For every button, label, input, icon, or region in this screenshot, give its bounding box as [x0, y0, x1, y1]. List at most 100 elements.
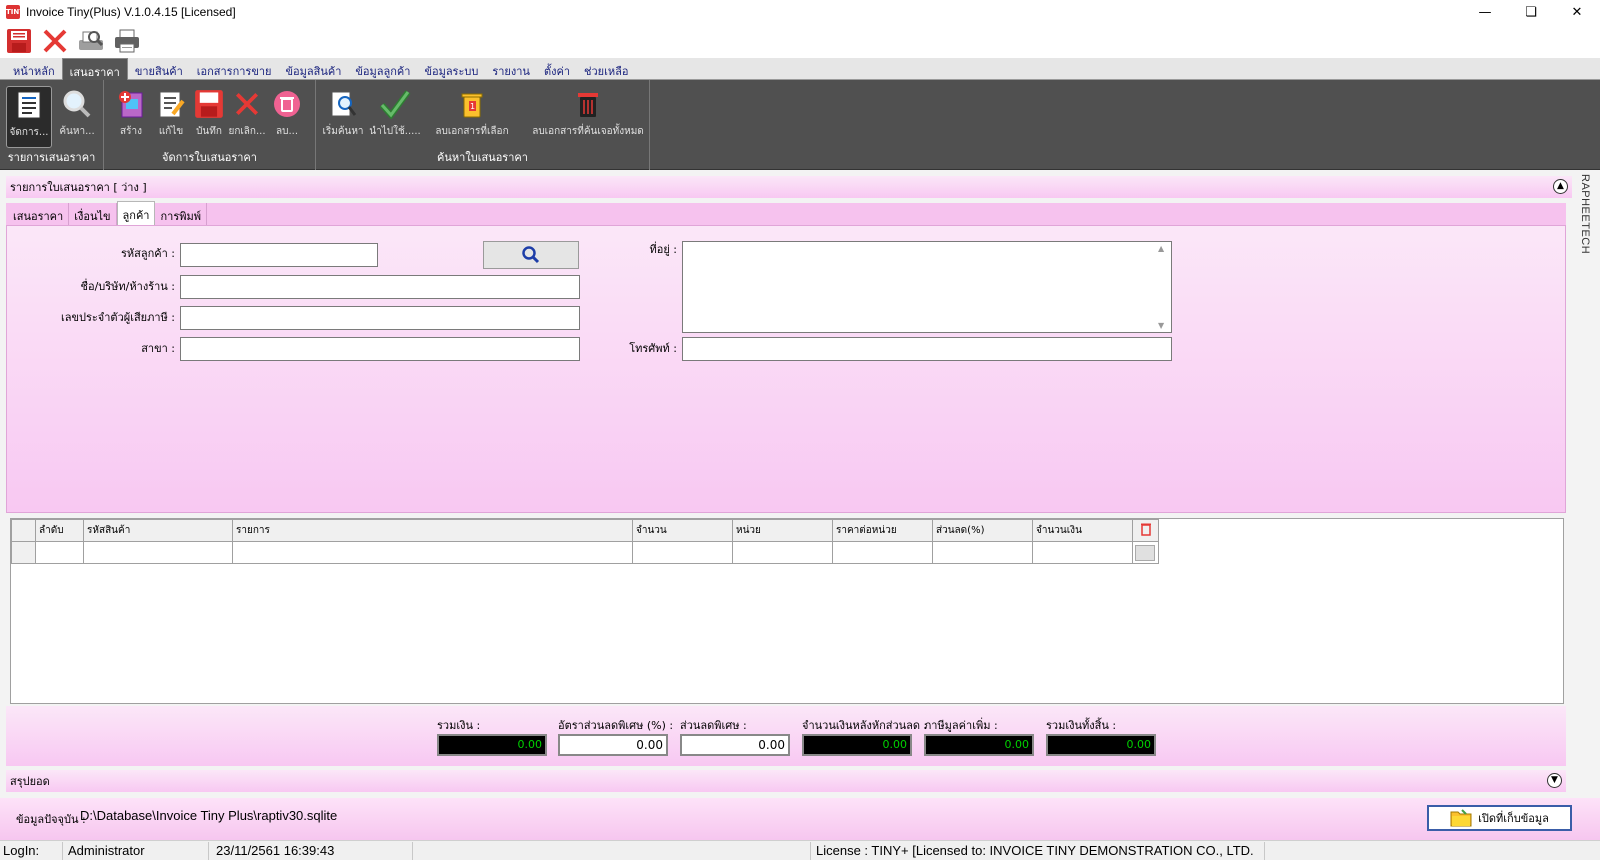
delete-selected-label: ลบเอกสารที่เลือก	[435, 126, 509, 137]
apply-button[interactable]: นำไปใช้.....	[369, 86, 421, 148]
delete-all-found-button[interactable]: ลบเอกสารที่ค้นเจอทั้งหมด	[532, 86, 644, 148]
column-header[interactable]: ราคาต่อหน่วย	[832, 519, 933, 542]
column-header[interactable]: ส่วนลด(%)	[932, 519, 1033, 542]
table-cell[interactable]	[232, 541, 633, 564]
current-user: Administrator	[68, 843, 145, 858]
special-discount-rate-input[interactable]: 0.00	[558, 734, 668, 756]
close-icon[interactable]: ✕	[1554, 0, 1600, 24]
trash-circle-icon	[274, 91, 300, 117]
column-header[interactable]: จำนวน	[632, 519, 733, 542]
save-button[interactable]	[4, 26, 34, 56]
create-document-icon	[119, 91, 143, 118]
table-cell[interactable]	[732, 541, 833, 564]
items-table: ลำดับ รหัสสินค้า รายการ จำนวน หน่วย ราคา…	[11, 519, 1159, 564]
edit-document-icon	[159, 91, 185, 118]
table-cell[interactable]	[1032, 541, 1133, 564]
menu-tab-8[interactable]: ตั้งค่า	[537, 58, 577, 80]
customer-search-button[interactable]	[483, 241, 579, 269]
ribbon-group-label: รายการเสนอราคา	[7, 151, 96, 164]
subtab-2[interactable]: ลูกค้า	[116, 201, 156, 225]
phone-input[interactable]	[682, 337, 1172, 361]
table-cell[interactable]	[632, 541, 733, 564]
table-cell[interactable]	[35, 541, 84, 564]
column-header[interactable]: รายการ	[232, 519, 633, 542]
folder-icon	[1450, 809, 1472, 827]
search-icon	[522, 246, 540, 264]
special-discount-input[interactable]: 0.00	[680, 734, 790, 756]
table-cell[interactable]	[832, 541, 933, 564]
print-button[interactable]	[112, 26, 142, 56]
window-title: Invoice Tiny(Plus) V.1.0.4.15 [Licensed]	[26, 5, 236, 19]
subtotal-label: รวมเงิน :	[437, 719, 481, 732]
restore-icon[interactable]: ❏	[1508, 0, 1554, 24]
svg-text:1: 1	[470, 102, 475, 111]
table-cell[interactable]	[932, 541, 1033, 564]
login-label: LogIn:	[3, 843, 40, 858]
phone-label: โทรศัพท์ :	[629, 342, 677, 355]
delete-selected-button[interactable]: 1 ลบเอกสารที่เลือก	[435, 86, 509, 148]
open-data-folder-button[interactable]: เปิดที่เก็บข้อมูล	[1427, 805, 1572, 831]
column-header[interactable]: ลำดับ	[35, 519, 84, 542]
manage-quotations-button[interactable]: จัดการ...	[6, 86, 52, 148]
scroll-down-icon[interactable]: ▼	[1158, 321, 1164, 330]
subtab-0[interactable]: เสนอราคา	[8, 203, 70, 225]
tax-id-label: เลขประจำตัวผู้เสียภาษี :	[60, 311, 175, 324]
title-bar: TINY Invoice Tiny(Plus) V.1.0.4.15 [Lice…	[0, 0, 1600, 24]
column-header[interactable]: จำนวนเงิน	[1032, 519, 1133, 542]
subtab-3[interactable]: การพิมพ์	[155, 203, 207, 225]
menu-tab-6[interactable]: ข้อมูลระบบ	[417, 58, 485, 80]
special-discount-label: ส่วนลดพิเศษ :	[680, 719, 747, 732]
ribbon-group-label: จัดการใบเสนอราคา	[162, 151, 257, 164]
customer-form-panel: รหัสลูกค้า : ชื่อ/บริษัท/ห้างร้าน : เลขป…	[6, 225, 1566, 513]
menu-tab-1[interactable]: เสนอราคา	[61, 58, 128, 80]
subtotal-value: 0.00	[437, 734, 547, 756]
expand-icon[interactable]: ▼	[1547, 773, 1562, 788]
delete-row-cell[interactable]	[1132, 541, 1159, 564]
search-quotations-button[interactable]: ค้นหา...	[54, 86, 100, 148]
customer-code-label: รหัสลูกค้า :	[120, 247, 175, 260]
menu-tab-7[interactable]: รายงาน	[485, 58, 537, 80]
red-x-icon	[43, 29, 67, 53]
grand-total-label: รวมเงินทั้งสิ้น :	[1046, 719, 1117, 732]
open-data-folder-label: เปิดที่เก็บข้อมูล	[1478, 812, 1549, 825]
magnifier-icon	[63, 90, 91, 118]
address-scrollbar[interactable]: ▲ ▼	[1154, 242, 1171, 332]
start-search-button[interactable]: เริ่มค้นหา	[320, 86, 366, 148]
vat-value: 0.00	[924, 734, 1034, 756]
table-cell[interactable]	[83, 541, 233, 564]
company-name-input[interactable]	[180, 275, 580, 299]
menu-tab-9[interactable]: ช่วยเหลือ	[577, 58, 635, 80]
customer-code-input[interactable]	[180, 243, 378, 267]
delete-all-icon	[578, 93, 598, 117]
menu-tab-3[interactable]: เอกสารการขาย	[190, 58, 279, 80]
grand-total-value: 0.00	[1046, 734, 1156, 756]
row-selector[interactable]	[11, 541, 36, 564]
subtab-1[interactable]: เงื่อนไข	[69, 203, 117, 225]
column-header[interactable]: หน่วย	[732, 519, 833, 542]
current-datetime: 23/11/2561 16:39:43	[216, 843, 335, 858]
delete-row-button[interactable]	[1135, 544, 1155, 561]
menu-tab-2[interactable]: ขายสินค้า	[128, 58, 190, 80]
delete-column-header[interactable]	[1132, 519, 1159, 542]
delete-quotation-button[interactable]: ลบ...	[264, 86, 310, 148]
branch-label: สาขา :	[141, 342, 175, 355]
table-row[interactable]	[11, 541, 1159, 564]
column-header[interactable]: รหัสสินค้า	[83, 519, 233, 542]
printer-icon	[115, 29, 139, 53]
print-preview-button[interactable]	[76, 26, 106, 56]
minimize-icon[interactable]: —	[1462, 0, 1508, 24]
menu-tab-5[interactable]: ข้อมูลลูกค้า	[348, 58, 417, 80]
ribbon-group-label: ค้นหาใบเสนอราคา	[437, 151, 528, 164]
cancel-button[interactable]	[40, 26, 70, 56]
collapse-icon[interactable]: ▲	[1553, 179, 1568, 194]
quotation-list-title: รายการใบเสนอราคา [ ว่าง ]	[10, 181, 147, 194]
delete-all-found-label: ลบเอกสารที่ค้นเจอทั้งหมด	[532, 126, 644, 137]
search-quotations-label: ค้นหา...	[59, 126, 95, 137]
menu-tab-4[interactable]: ข้อมูลสินค้า	[278, 58, 348, 80]
menu-tab-0[interactable]: หน้าหลัก	[6, 58, 62, 80]
scroll-up-icon[interactable]: ▲	[1158, 244, 1164, 253]
branch-input[interactable]	[180, 337, 580, 361]
address-textarea[interactable]: ▲ ▼	[682, 241, 1172, 333]
tax-id-input[interactable]	[180, 306, 580, 330]
floppy-disk-icon	[195, 90, 223, 118]
